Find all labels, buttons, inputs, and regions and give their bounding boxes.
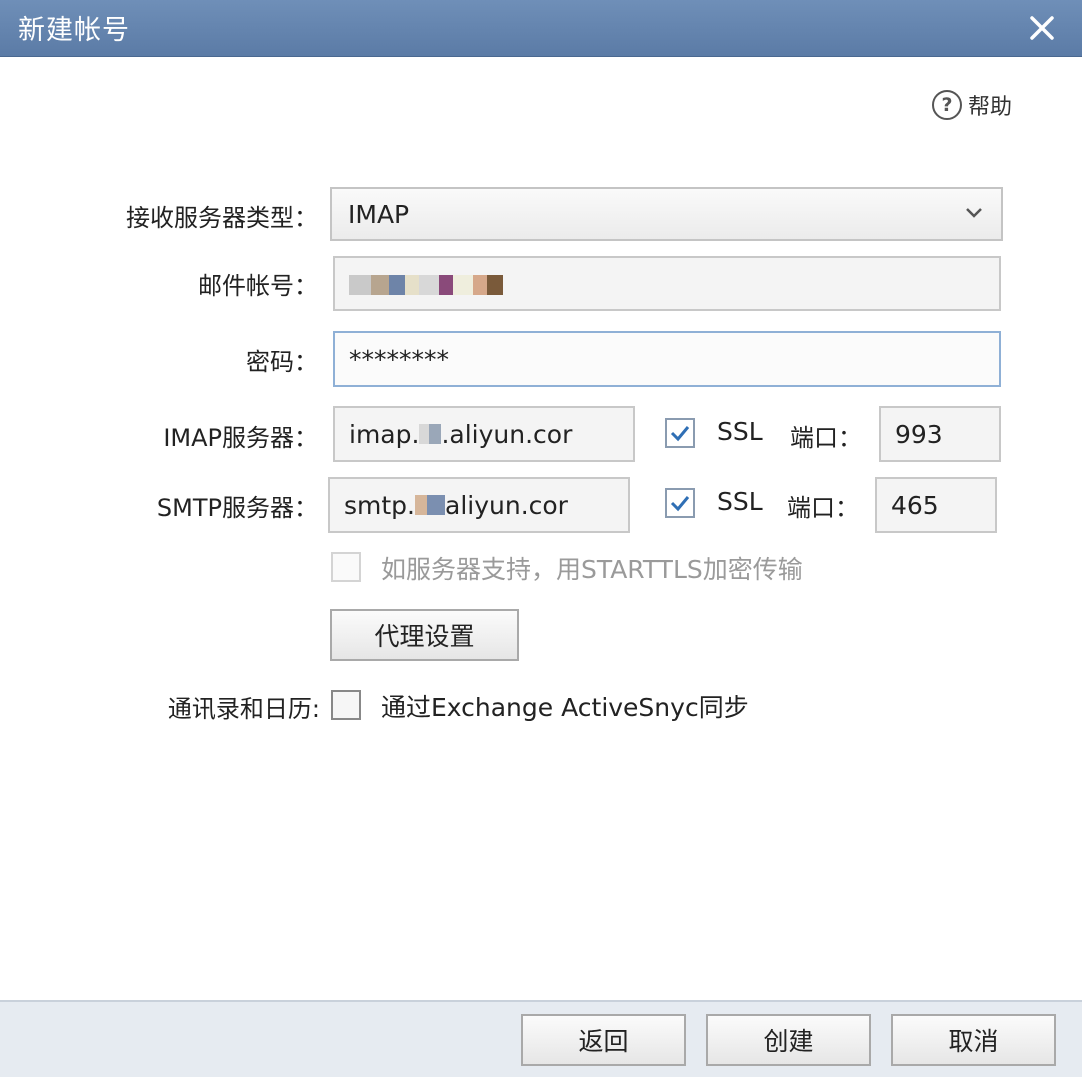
check-icon: [670, 496, 690, 512]
help-link[interactable]: ? 帮助: [932, 88, 1012, 122]
account-redacted: [349, 269, 503, 298]
server-type-label: 接收服务器类型：: [126, 204, 318, 232]
smtp-server-suffix: aliyun.cor: [445, 490, 568, 520]
activesync-checkbox[interactable]: [331, 690, 361, 720]
activesync-label: 通过Exchange ActiveSnyc同步: [381, 693, 749, 722]
smtp-ssl-label: SSL: [717, 487, 763, 516]
back-button[interactable]: 返回: [521, 1014, 686, 1066]
imap-ssl-label: SSL: [717, 417, 763, 446]
imap-server-label: IMAP服务器：: [163, 424, 318, 452]
question-circle-icon: ?: [932, 90, 962, 120]
imap-server-prefix: imap.: [349, 419, 420, 449]
imap-server-suffix: .aliyun.cor: [441, 419, 573, 449]
imap-port-value: 993: [895, 419, 943, 449]
starttls-checkbox[interactable]: [331, 552, 361, 582]
create-button[interactable]: 创建: [706, 1014, 871, 1066]
smtp-port-label: 端口：: [787, 494, 859, 522]
account-input[interactable]: [333, 256, 1001, 311]
cancel-button[interactable]: 取消: [891, 1014, 1056, 1066]
smtp-server-prefix: smtp.: [344, 490, 415, 520]
chevron-down-icon: [966, 208, 982, 218]
server-type-select[interactable]: IMAP: [330, 187, 1003, 241]
server-type-value: IMAP: [348, 199, 410, 229]
window-title: 新建帐号: [18, 15, 130, 46]
account-label: 邮件帐号：: [198, 272, 318, 300]
smtp-server-input[interactable]: smtp. aliyun.cor: [328, 477, 630, 533]
imap-ssl-checkbox[interactable]: [665, 418, 695, 448]
sync-label: 通讯录和日历:: [167, 695, 320, 723]
smtp-port-value: 465: [891, 490, 939, 520]
smtp-port-input[interactable]: 465: [875, 477, 997, 533]
help-label: 帮助: [968, 95, 1013, 120]
footer-bar: 返回 创建 取消: [0, 1000, 1082, 1077]
password-label: 密码：: [246, 348, 318, 376]
title-bar: 新建帐号: [0, 0, 1082, 57]
smtp-server-label: SMTP服务器：: [156, 494, 318, 522]
password-value: ********: [349, 344, 449, 374]
imap-port-label: 端口：: [790, 424, 862, 452]
imap-port-input[interactable]: 993: [879, 406, 1001, 462]
smtp-ssl-checkbox[interactable]: [665, 488, 695, 518]
password-input[interactable]: ********: [333, 331, 1001, 387]
close-icon[interactable]: [1024, 10, 1060, 46]
starttls-label: 如服务器支持，用STARTTLS加密传输: [381, 555, 803, 584]
proxy-settings-button[interactable]: 代理设置: [330, 609, 519, 661]
check-icon: [670, 426, 690, 442]
imap-server-input[interactable]: imap. .aliyun.cor: [333, 406, 635, 462]
